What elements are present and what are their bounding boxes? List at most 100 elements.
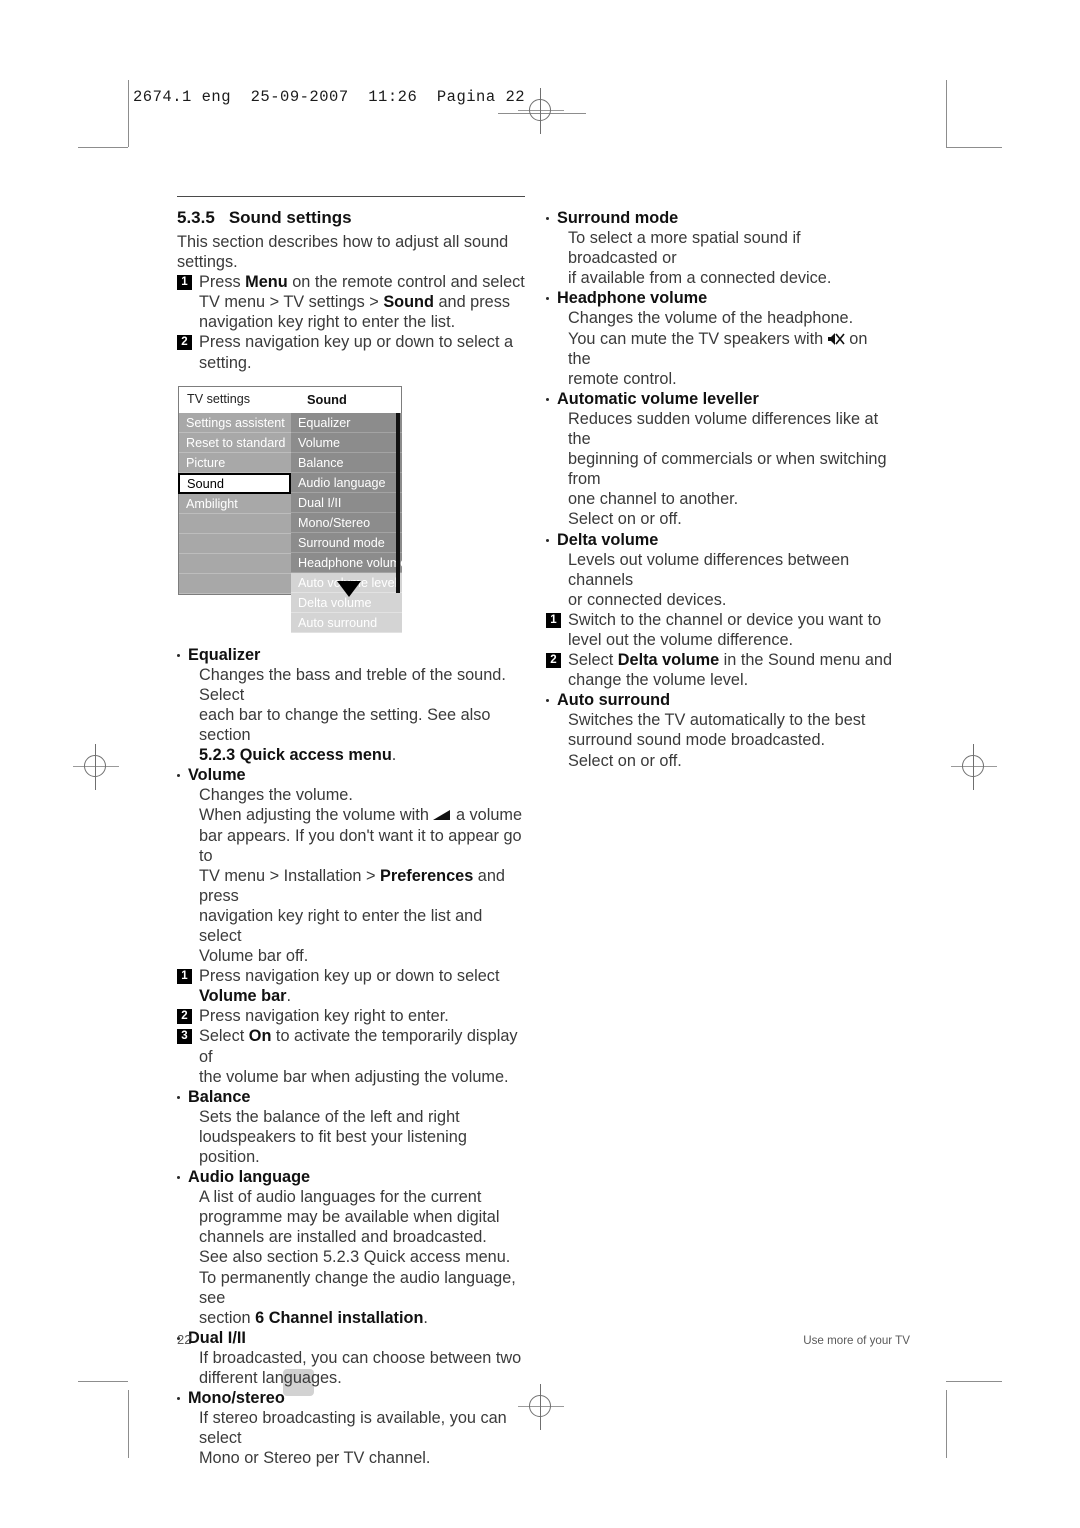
- text-line: Switches the TV automatically to the bes…: [568, 711, 866, 730]
- step-number-badge: 1: [546, 612, 561, 628]
- step-text-part: Press navigation key up or down to selec…: [199, 967, 500, 986]
- bullet-dot: [177, 1176, 180, 1180]
- text-line: Volume bar off.: [199, 947, 309, 966]
- text-part: TV menu > Installation >: [199, 866, 381, 885]
- step-text-part: the volume bar when adjusting the volume…: [199, 1067, 509, 1086]
- text-line: See also section 5.2.3 Quick access menu…: [199, 1248, 511, 1267]
- tv-menu-sound-audio-language[interactable]: Audio language: [291, 473, 402, 493]
- text-line: programme may be available when digital: [199, 1208, 500, 1227]
- step-text-part: Press: [199, 273, 246, 292]
- tv-menu-item-reset-to-standard[interactable]: Reset to standard: [179, 433, 291, 453]
- bullet-equalizer-body: Changes the bass and treble of the sound…: [199, 665, 525, 765]
- text-line: Changes the volume of the headphone.: [568, 309, 854, 328]
- text-line: different languages.: [199, 1369, 342, 1388]
- bullet-balance-body: Sets the balance of the left and right l…: [199, 1107, 525, 1167]
- tv-menu-sound-headphone-volume[interactable]: Headphone volume: [291, 553, 402, 573]
- tv-menu-sound-volume[interactable]: Volume: [291, 433, 402, 453]
- text-line: bar appears. If you don't want it to app…: [199, 826, 522, 865]
- bullet-dot: [546, 699, 549, 703]
- on-keyword: On: [248, 1027, 272, 1046]
- tv-menu-sound-surround-mode[interactable]: Surround mode: [291, 533, 402, 553]
- text-line: one channel to another.: [568, 490, 739, 509]
- bullet-headphone-volume: Headphone volume: [546, 288, 894, 308]
- intro-step-1: 1 Press Menu on the remote control and s…: [177, 272, 525, 332]
- bullet-title: Dual I/II: [188, 1328, 246, 1347]
- step-text-part: on the remote control and select: [287, 273, 525, 292]
- page-title: 5.3.5 Sound settings: [177, 207, 525, 229]
- bullet-title: Mono/stereo: [188, 1389, 285, 1408]
- text-line: if available from a connected device.: [568, 269, 832, 288]
- bullet-volume-body: Changes the volume. When adjusting the v…: [199, 785, 525, 966]
- vertical-scrollbar[interactable]: [396, 413, 400, 593]
- delta-volume-step-1: 1 Switch to the channel or device you wa…: [546, 610, 894, 650]
- text-line: You can mute the TV speakers with on the: [568, 329, 894, 369]
- bullet-title: Balance: [188, 1087, 251, 1106]
- tv-menu-sound-equalizer[interactable]: Equalizer: [291, 413, 402, 433]
- bullet-headphone-volume-body: Changes the volume of the headphone. You…: [568, 308, 894, 388]
- preferences-keyword: Preferences: [380, 866, 474, 885]
- step-number-badge: 3: [177, 1029, 192, 1045]
- text-part: .: [391, 746, 397, 765]
- tv-menu-item-sound-selected[interactable]: Sound: [178, 473, 291, 494]
- bullet-delta-volume: Delta volume: [546, 530, 894, 550]
- delta-volume-keyword: Delta volume: [617, 651, 720, 670]
- bullet-balance: Balance: [177, 1087, 525, 1107]
- volume-step-1: 1 Press navigation key up or down to sel…: [177, 966, 525, 1006]
- bullet-title: Headphone volume: [557, 289, 708, 308]
- bullet-dot: [546, 297, 549, 301]
- bullet-title: Audio language: [188, 1168, 311, 1187]
- text-line: If broadcasted, you can choose between t…: [199, 1348, 522, 1367]
- step-text-part: Press navigation key up or down to selec…: [199, 333, 514, 352]
- section-title: Sound settings: [228, 208, 352, 227]
- step-number-badge: 2: [546, 653, 561, 669]
- footer-section-label: Use more of your TV: [803, 1334, 910, 1347]
- step-number-badge: 2: [177, 1009, 192, 1025]
- bullet-title: Volume: [188, 766, 246, 785]
- tv-menu-body: Settings assistent Reset to standard Pic…: [178, 413, 402, 633]
- step-text-part: level out the volume difference.: [568, 630, 794, 649]
- bullet-mono-stereo-body: If stereo broadcasting is available, you…: [199, 1408, 525, 1468]
- bullet-automatic-volume-leveller-body: Reduces sudden volume differences like a…: [568, 409, 894, 530]
- tv-menu-sound-dual[interactable]: Dual I/II: [291, 493, 402, 513]
- tv-menu-sound-auto-surround[interactable]: Auto surround: [291, 613, 402, 633]
- text-line: channels are installed and broadcasted.: [199, 1228, 487, 1247]
- step-text: Press Menu on the remote control and sel…: [199, 272, 525, 332]
- bullet-dot: [177, 774, 180, 778]
- bullet-title: Auto surround: [557, 691, 671, 710]
- text-part: When adjusting the volume with: [199, 806, 429, 825]
- bullet-dot: [546, 397, 549, 401]
- tv-menu-sound-list: Equalizer Volume Balance Audio language …: [291, 413, 402, 633]
- step-text-part: navigation key right to enter the list.: [199, 313, 456, 332]
- tv-menu-left-list: Settings assistent Reset to standard Pic…: [178, 413, 291, 595]
- text-line: 5.2.3 Quick access menu.: [199, 745, 525, 765]
- text-line: remote control.: [568, 369, 677, 388]
- text-line: surround sound mode broadcasted.: [568, 731, 826, 750]
- tv-menu-left-filler: .: [179, 574, 291, 594]
- bullet-audio-language: Audio language: [177, 1167, 525, 1187]
- text-line: A list of audio languages for the curren…: [199, 1188, 482, 1207]
- tv-menu-item-picture[interactable]: Picture: [179, 453, 291, 473]
- bullet-dot: [177, 1095, 180, 1099]
- bullet-title: Equalizer: [188, 645, 261, 664]
- text-line: Select on or off.: [568, 510, 682, 529]
- text-part: a volume: [455, 806, 523, 825]
- step-number-badge: 1: [177, 969, 192, 985]
- step-text: Press navigation key up or down to selec…: [199, 332, 525, 372]
- bullet-mono-stereo: Mono/stereo: [177, 1388, 525, 1408]
- bullet-title: Delta volume: [557, 530, 659, 549]
- text-line: Select on or off.: [568, 751, 682, 770]
- step-text: Select On to activate the temporarily di…: [199, 1026, 525, 1086]
- tv-menu-sound-mono-stereo[interactable]: Mono/Stereo: [291, 513, 402, 533]
- text-line: Changes the volume.: [199, 786, 353, 805]
- step-number-badge: 2: [177, 335, 192, 351]
- text-line: To permanently change the audio language…: [199, 1268, 516, 1307]
- volume-bar-keyword: Volume bar: [199, 987, 287, 1006]
- bullet-audio-language-body: A list of audio languages for the curren…: [199, 1187, 525, 1328]
- tv-menu-sound-balance[interactable]: Balance: [291, 453, 402, 473]
- bullet-title: Automatic volume leveller: [557, 389, 759, 408]
- tv-menu-item-settings-assistent[interactable]: Settings assistent: [179, 413, 291, 433]
- tv-menu-header-right: Sound: [307, 392, 347, 407]
- tv-menu-item-ambilight[interactable]: Ambilight: [179, 494, 291, 514]
- step-text-part: .: [286, 987, 291, 1006]
- footer-page-number: 22: [177, 1332, 192, 1347]
